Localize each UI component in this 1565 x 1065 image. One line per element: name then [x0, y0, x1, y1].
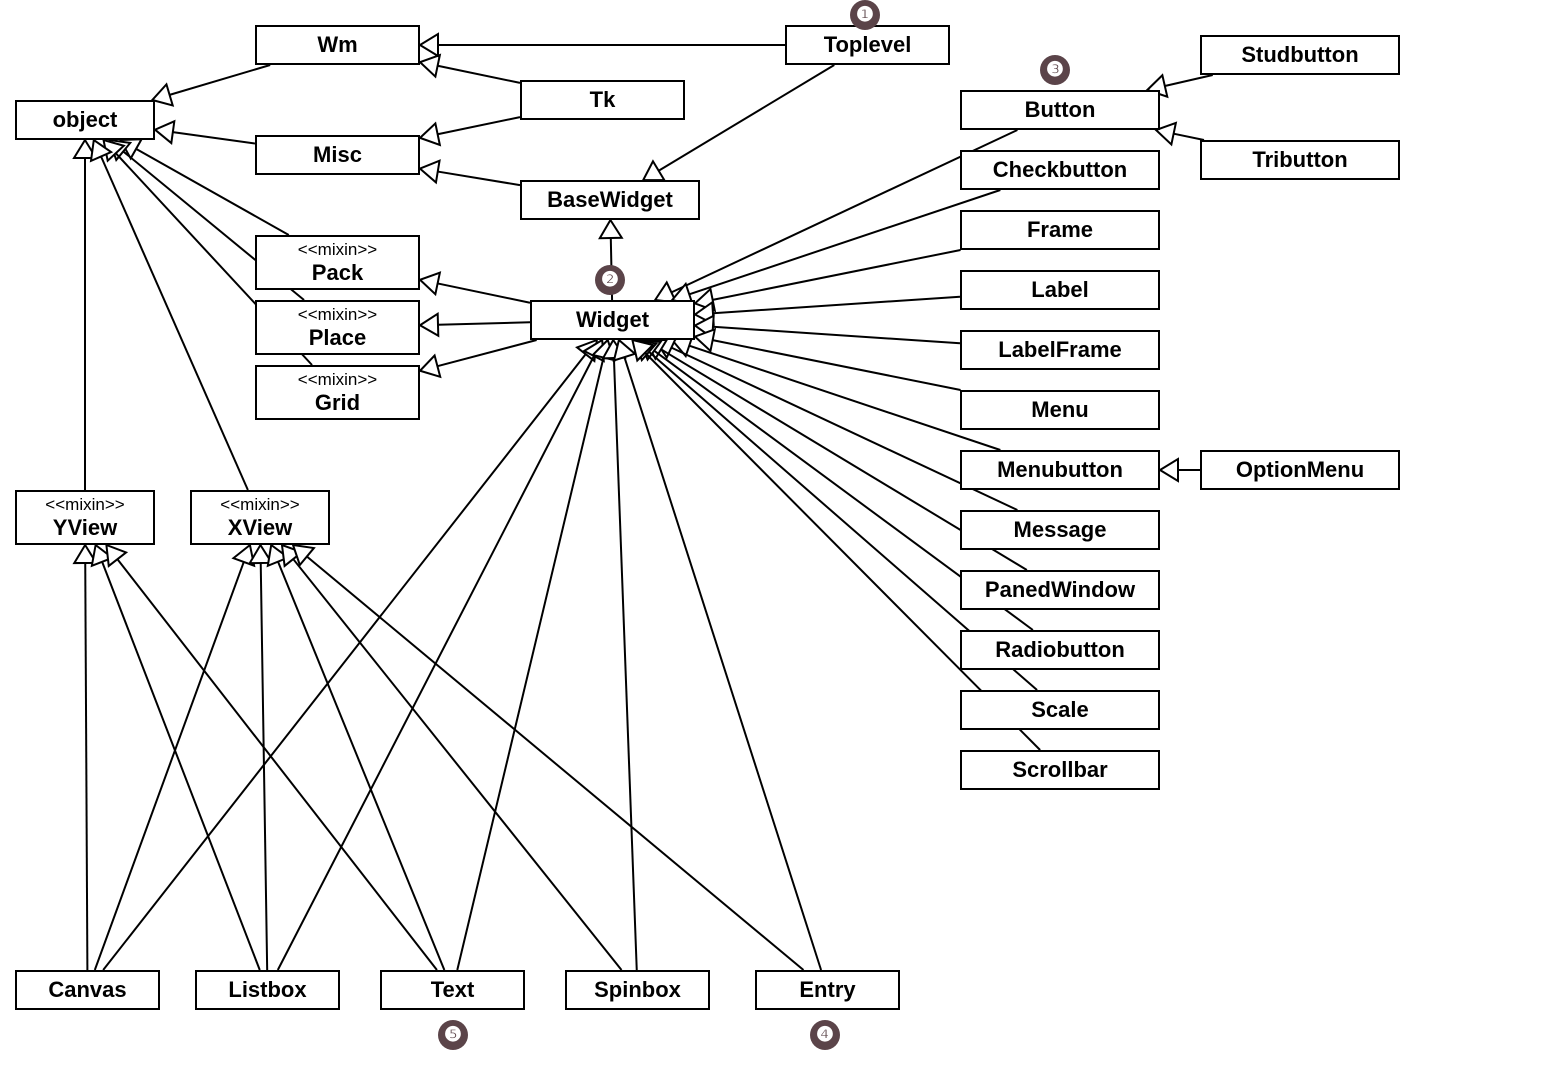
class-box-xview: <<mixin>>XView [190, 490, 330, 545]
class-name-label: Place [309, 325, 367, 350]
class-name-label: Menubutton [997, 457, 1123, 482]
class-name-label: Tributton [1252, 147, 1347, 172]
class-name-label: Toplevel [824, 32, 912, 57]
class-name-label: Entry [799, 977, 855, 1002]
class-box-yview: <<mixin>>YView [15, 490, 155, 545]
class-name-label: Studbutton [1241, 42, 1358, 67]
class-name-label: OptionMenu [1236, 457, 1364, 482]
class-box-toplevel: Toplevel [785, 25, 950, 65]
class-name-label: Menu [1031, 397, 1088, 422]
class-name-label: YView [53, 515, 117, 540]
stereotype-label: <<mixin>> [220, 495, 299, 515]
callout-5: ❺ [438, 1020, 468, 1050]
class-box-scrollbar: Scrollbar [960, 750, 1160, 790]
class-box-menubutton: Menubutton [960, 450, 1160, 490]
callout-3: ❸ [1040, 55, 1070, 85]
stereotype-label: <<mixin>> [298, 305, 377, 325]
class-box-menu: Menu [960, 390, 1160, 430]
class-box-object: object [15, 100, 155, 140]
class-name-label: Wm [317, 32, 357, 57]
class-name-label: Frame [1027, 217, 1093, 242]
class-box-frame: Frame [960, 210, 1160, 250]
stereotype-label: <<mixin>> [45, 495, 124, 515]
callout-2: ❷ [595, 265, 625, 295]
class-name-label: Scrollbar [1012, 757, 1107, 782]
class-name-label: object [53, 107, 118, 132]
class-box-entry: Entry [755, 970, 900, 1010]
callout-1: ❶ [850, 0, 880, 30]
class-name-label: Scale [1031, 697, 1089, 722]
class-name-label: Tk [590, 87, 616, 112]
class-box-tk: Tk [520, 80, 685, 120]
stereotype-label: <<mixin>> [298, 370, 377, 390]
class-box-basewidget: BaseWidget [520, 180, 700, 220]
class-box-widget: Widget [530, 300, 695, 340]
class-name-label: Checkbutton [993, 157, 1127, 182]
class-box-canvas: Canvas [15, 970, 160, 1010]
class-name-label: Pack [312, 260, 363, 285]
class-box-panedwindow: PanedWindow [960, 570, 1160, 610]
class-box-tributton: Tributton [1200, 140, 1400, 180]
class-box-message: Message [960, 510, 1160, 550]
callout-4: ❹ [810, 1020, 840, 1050]
class-name-label: Misc [313, 142, 362, 167]
class-box-text: Text [380, 970, 525, 1010]
class-name-label: Widget [576, 307, 649, 332]
class-name-label: Message [1014, 517, 1107, 542]
class-name-label: Radiobutton [995, 637, 1125, 662]
class-name-label: Canvas [48, 977, 126, 1002]
class-box-wm: Wm [255, 25, 420, 65]
class-name-label: LabelFrame [998, 337, 1122, 362]
class-box-misc: Misc [255, 135, 420, 175]
class-box-pack: <<mixin>>Pack [255, 235, 420, 290]
class-box-labelframe: LabelFrame [960, 330, 1160, 370]
class-name-label: PanedWindow [985, 577, 1135, 602]
class-box-place: <<mixin>>Place [255, 300, 420, 355]
class-box-label: Label [960, 270, 1160, 310]
stereotype-label: <<mixin>> [298, 240, 377, 260]
class-name-label: BaseWidget [547, 187, 673, 212]
class-name-label: Spinbox [594, 977, 681, 1002]
class-name-label: Button [1025, 97, 1096, 122]
class-box-scale: Scale [960, 690, 1160, 730]
class-name-label: XView [228, 515, 292, 540]
class-name-label: Listbox [228, 977, 306, 1002]
diagram-canvas: object Wm Misc Tk BaseWidget Toplevel Widget <<… [0, 0, 1565, 1065]
class-name-label: Grid [315, 390, 360, 415]
class-box-studbutton: Studbutton [1200, 35, 1400, 75]
class-box-grid: <<mixin>>Grid [255, 365, 420, 420]
class-box-spinbox: Spinbox [565, 970, 710, 1010]
class-box-radiobutton: Radiobutton [960, 630, 1160, 670]
class-box-optionmenu: OptionMenu [1200, 450, 1400, 490]
class-box-listbox: Listbox [195, 970, 340, 1010]
class-box-button: Button [960, 90, 1160, 130]
class-name-label: Text [431, 977, 475, 1002]
class-name-label: Label [1031, 277, 1088, 302]
class-box-checkbutton: Checkbutton [960, 150, 1160, 190]
